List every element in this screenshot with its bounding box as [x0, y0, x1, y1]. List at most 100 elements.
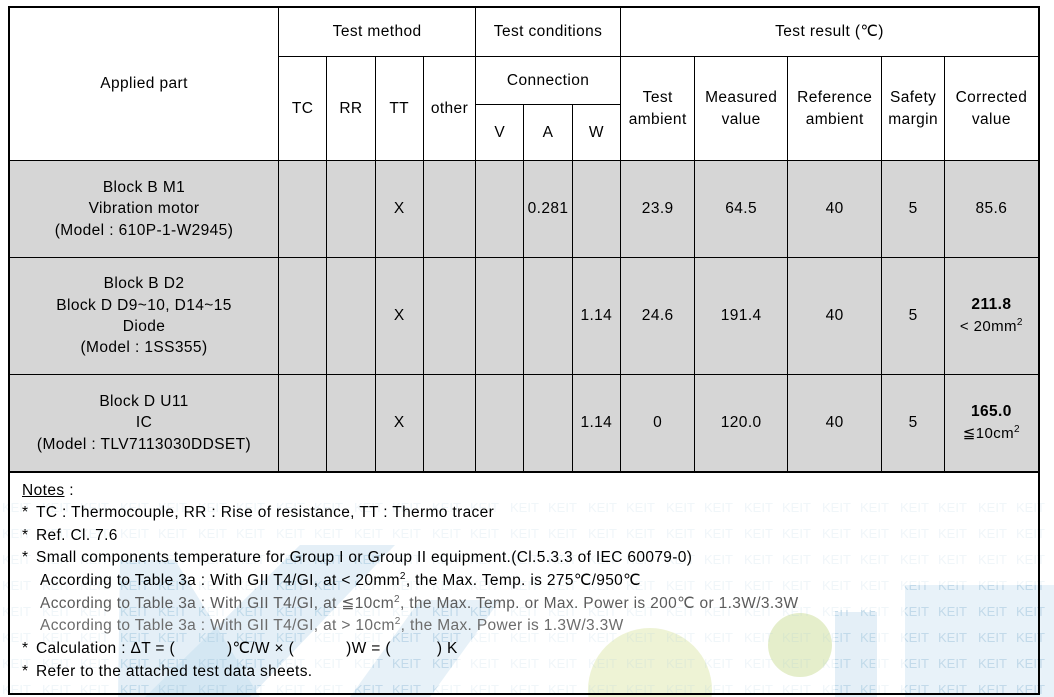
note-bullet: * — [22, 662, 29, 680]
cell-safety-margin: 5 — [881, 374, 945, 473]
header-col-corrected-value: Corrected value — [943, 56, 1040, 161]
note-text: According to Table 3a : With GII T4/GI, … — [40, 594, 395, 612]
corrected-condition-text: < 20mm — [959, 317, 1017, 335]
cell-v — [475, 257, 525, 375]
cell-w: 1.14 — [571, 374, 621, 473]
header-col-rr: RR — [326, 56, 376, 161]
notes-title-colon: : — [64, 482, 74, 499]
cell-test-ambient: 24.6 — [619, 257, 696, 375]
table-body: Block B M1 Vibration motor (Model : 610P… — [8, 160, 1040, 473]
header-col-safety-margin: Safety margin — [881, 56, 945, 161]
cell-measured-value: 191.4 — [694, 257, 788, 375]
header-measured-line2: value — [721, 110, 761, 128]
header-test-ambient-line2: ambient — [628, 110, 687, 128]
note-text: TC : Thermocouple, RR : Rise of resistan… — [36, 504, 495, 521]
cell-test-ambient: 0 — [619, 374, 696, 473]
cell-corrected-value: 165.0 ≦10cm2 — [943, 374, 1040, 473]
header-col-tc: TC — [278, 56, 328, 161]
part-line: Block B M1 — [102, 178, 186, 196]
cell-rr — [326, 374, 376, 473]
cell-reference-ambient: 40 — [786, 160, 883, 258]
part-line: (Model : 610P-1-W2945) — [54, 221, 234, 239]
note-text: Refer to the attached test data sheets. — [36, 662, 313, 680]
header-col-reference-ambient: Reference ambient — [786, 56, 883, 161]
header-col-v: V — [475, 104, 525, 161]
note-item: * Ref. Cl. 7.6 — [22, 525, 1038, 548]
header-col-tt: TT — [374, 56, 424, 161]
header-test-ambient-line1: Test — [642, 89, 673, 107]
cell-measured-value: 64.5 — [694, 160, 788, 258]
cell-tt: X — [374, 374, 424, 473]
cell-w: 1.14 — [571, 257, 621, 375]
cell-test-ambient: 23.9 — [619, 160, 696, 258]
cell-rr — [326, 257, 376, 375]
note-item: According to Table 3a : With GII T4/GI, … — [22, 570, 1038, 593]
note-item: * Refer to the attached test data sheets. — [22, 661, 1038, 684]
table-row: Block D U11 IC (Model : TLV7113030DDSET)… — [8, 374, 1040, 473]
calculation-text-b: )℃/W × ( — [226, 640, 295, 658]
part-line: Diode — [122, 318, 166, 335]
header-safety-line1: Safety — [889, 89, 937, 107]
cell-rr — [326, 160, 376, 258]
cell-a — [523, 257, 573, 375]
corrected-value-condition: < 20mm2 — [945, 316, 1038, 338]
part-line: (Model : 1SS355) — [80, 339, 208, 357]
cell-tc — [278, 160, 328, 258]
cell-a — [523, 374, 573, 473]
corrected-condition-text: ≦10cm — [962, 424, 1015, 442]
notes-section: Notes : * TC : Thermocouple, RR : Rise of… — [8, 473, 1040, 696]
cell-tt: X — [374, 160, 424, 258]
part-line: (Model : TLV7113030DDSET) — [36, 435, 252, 453]
header-corrected-line2: value — [971, 110, 1011, 128]
note-item: * TC : Thermocouple, RR : Rise of resista… — [22, 502, 1038, 525]
table-row: Block B M1 Vibration motor (Model : 610P… — [8, 160, 1040, 258]
part-line: Block D D9~10, D14~15 — [56, 296, 232, 314]
header-col-measured-value: Measured value — [694, 56, 788, 161]
note-text: , the Max. Power is 1.3W/3.3W — [400, 617, 624, 635]
header-reference-line2: ambient — [805, 110, 864, 128]
cell-tc — [278, 257, 328, 375]
header-test-method: Test method — [278, 6, 477, 57]
note-text: , the Max. Temp. is 275℃/950℃ — [405, 572, 641, 590]
cell-measured-value: 120.0 — [694, 374, 788, 473]
note-bullet: * — [22, 640, 29, 658]
corrected-condition-exponent: 2 — [1016, 316, 1023, 328]
calculation-text-d: ) K — [436, 640, 458, 658]
note-bullet: * — [22, 504, 29, 521]
note-text: According to Table 3a : With GII T4/GI, … — [40, 572, 400, 590]
header-test-result: Test result (℃) — [619, 6, 1040, 57]
cell-other — [422, 374, 477, 473]
note-text: , the Max. Temp. or Max. Power is 200℃ o… — [399, 594, 799, 612]
note-text: Ref. Cl. 7.6 — [36, 526, 118, 544]
header-col-other: other — [422, 56, 477, 161]
part-line: Vibration motor — [88, 200, 200, 218]
test-report-sheet: Applied part Test method Test conditions… — [8, 6, 1040, 696]
header-safety-line2: margin — [888, 110, 939, 128]
table-header: Applied part Test method Test conditions… — [8, 6, 1040, 161]
corrected-value-number: 211.8 — [971, 296, 1012, 314]
part-line: Block D U11 — [99, 392, 189, 410]
calculation-text-c: )W = ( — [346, 640, 391, 658]
corrected-condition-exponent: 2 — [1014, 423, 1020, 435]
note-item: * Small components temperature for Group … — [22, 547, 1038, 570]
cell-v — [475, 374, 525, 473]
part-line: IC — [135, 414, 153, 432]
cell-w — [571, 160, 621, 258]
header-col-test-ambient: Test ambient — [619, 56, 696, 161]
cell-tc — [278, 374, 328, 473]
temperature-test-table: Applied part Test method Test conditions… — [8, 6, 1040, 473]
cell-reference-ambient: 40 — [786, 374, 883, 473]
cell-safety-margin: 5 — [881, 160, 945, 258]
note-text: Small components temperature for Group I… — [36, 549, 693, 567]
notes-title-word: Notes — [22, 482, 65, 499]
note-item: According to Table 3a : With GII T4/GI, … — [22, 615, 1038, 638]
cell-safety-margin: 5 — [881, 257, 945, 375]
cell-applied-part: Block D U11 IC (Model : TLV7113030DDSET) — [8, 374, 280, 473]
cell-tt: X — [374, 257, 424, 375]
cell-a: 0.281 — [523, 160, 573, 258]
header-col-w: W — [571, 104, 621, 161]
header-connection: Connection — [475, 56, 621, 105]
cell-other — [422, 257, 477, 375]
part-line: Block B D2 — [103, 275, 185, 293]
calculation-text-a: Calculation : ΔT = ( — [36, 640, 175, 658]
